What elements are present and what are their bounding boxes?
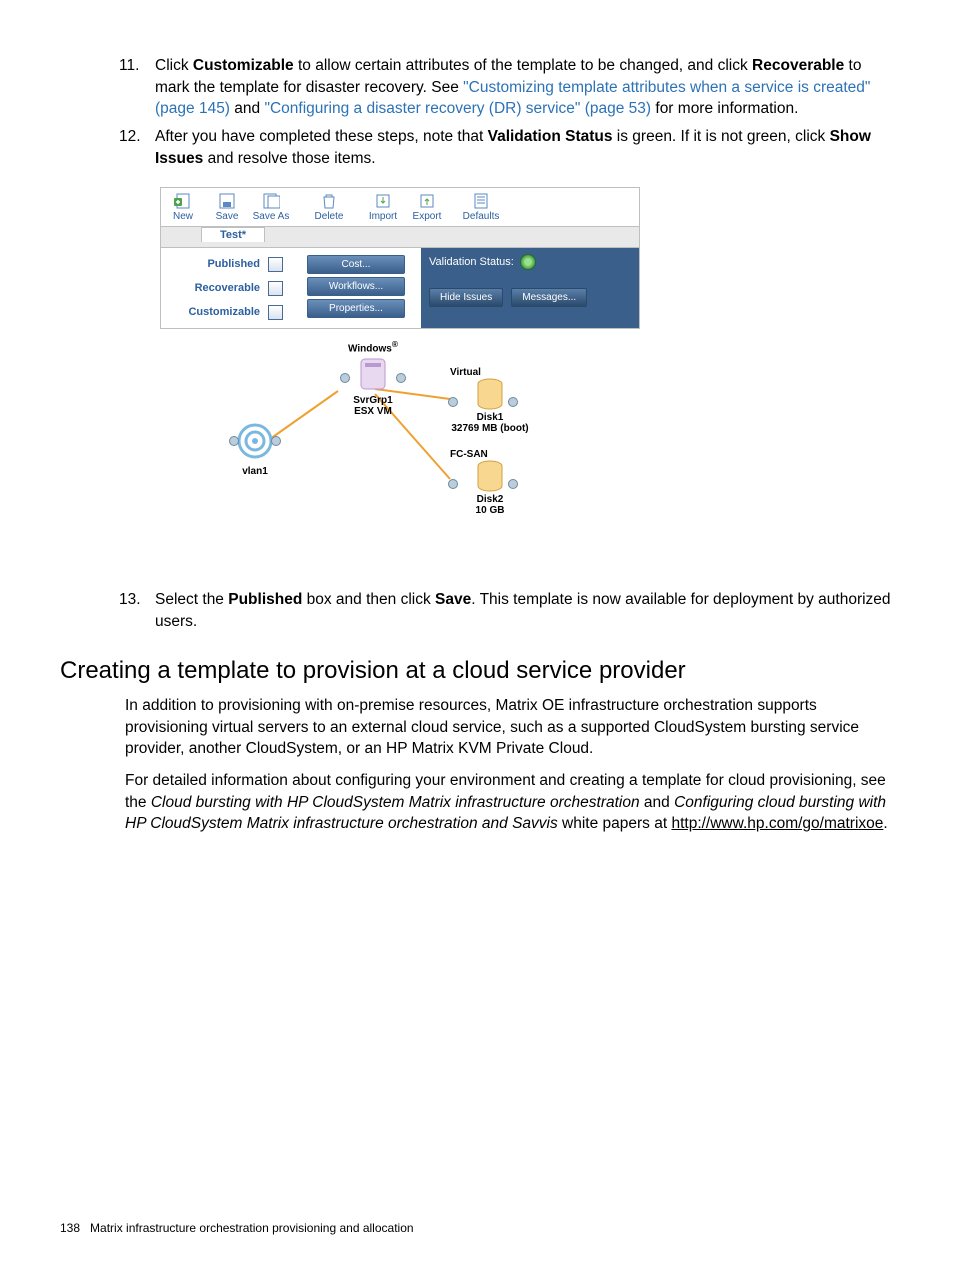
new-icon [174,193,192,209]
validation-panel: Validation Status: Hide Issues Messages.… [421,248,639,328]
step-number: 12. [119,126,141,148]
cost-button[interactable]: Cost... [307,255,405,274]
hide-issues-button[interactable]: Hide Issues [429,288,503,307]
link-matrixoe[interactable]: http://www.hp.com/go/matrixoe [671,815,883,832]
link-configuring-dr[interactable]: "Configuring a disaster recovery (DR) se… [264,100,651,117]
customizable-label: Customizable [188,306,260,318]
properties-panel: Published Recoverable Customizable Cost.… [160,248,640,329]
app-screenshot: New Save Save As Delete Import Export De… [160,187,640,329]
customizable-checkbox[interactable] [268,305,283,320]
step-11: 11. Click Customizable to allow certain … [155,55,894,120]
save-icon [219,193,235,209]
body-paragraph: For detailed information about configuri… [125,770,894,835]
step-13: 13. Select the Published box and then cl… [155,589,894,632]
tab-bar: Test* [160,226,640,248]
recoverable-label: Recoverable [195,282,260,294]
defaults-icon [473,193,489,209]
delete-icon [321,193,337,209]
step-number: 13. [119,589,141,611]
export-button[interactable]: Export [405,188,449,226]
toolbar: New Save Save As Delete Import Export De… [160,187,640,226]
save-button[interactable]: Save [205,188,249,226]
export-icon [419,193,435,209]
tab-test[interactable]: Test* [201,227,265,242]
step-number: 11. [119,55,139,77]
page-number: 138 [60,1221,80,1235]
vlan-node[interactable]: vlan1 [235,421,275,477]
published-checkbox[interactable] [268,257,283,272]
topology-diagram: vlan1 Windows® SvrGrp1 ESX VM Virtual Di… [160,339,640,549]
new-button[interactable]: New [161,188,205,226]
page-footer: 138 Matrix infrastructure orchestration … [60,1221,414,1235]
recoverable-checkbox[interactable] [268,281,283,296]
validation-status-icon [520,254,536,270]
disk1-node[interactable]: Virtual Disk1 32769 MB (boot) [450,367,530,434]
saveas-icon [262,193,280,209]
disk2-node[interactable]: FC-SAN Disk2 10 GB [450,449,530,516]
footer-title: Matrix infrastructure orchestration prov… [90,1221,414,1235]
defaults-button[interactable]: Defaults [459,188,503,226]
delete-button[interactable]: Delete [307,188,351,226]
import-button[interactable]: Import [361,188,405,226]
section-heading: Creating a template to provision at a cl… [60,657,894,685]
published-label: Published [207,258,260,270]
server-node[interactable]: Windows® SvrGrp1 ESX VM [338,339,408,416]
workflows-button[interactable]: Workflows... [307,277,405,296]
properties-button[interactable]: Properties... [307,299,405,318]
saveas-button[interactable]: Save As [249,188,293,226]
import-icon [375,193,391,209]
validation-status-label: Validation Status: [429,256,514,268]
body-paragraph: In addition to provisioning with on-prem… [125,695,894,760]
step-12: 12. After you have completed these steps… [155,126,894,169]
messages-button[interactable]: Messages... [511,288,587,307]
